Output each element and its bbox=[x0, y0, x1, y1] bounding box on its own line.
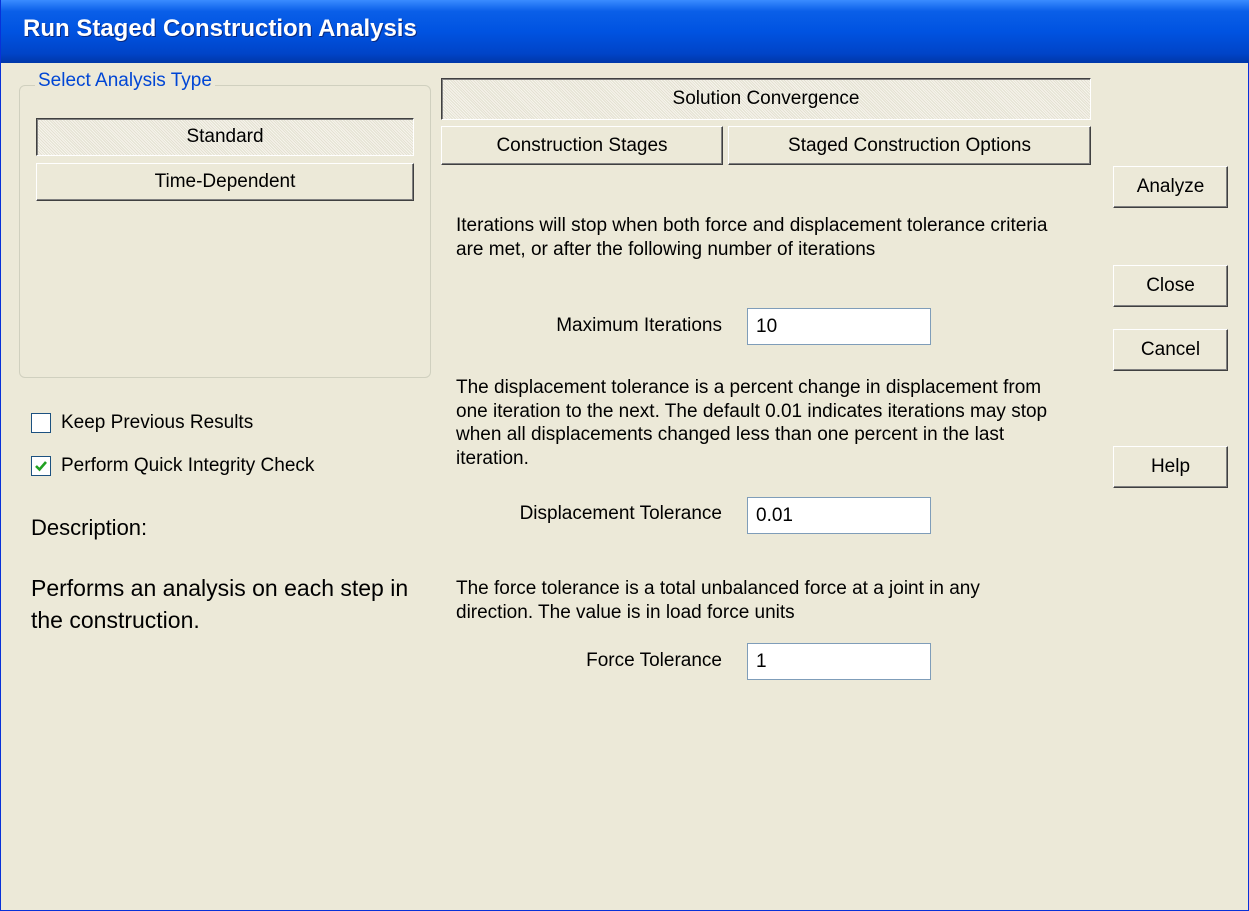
force-tolerance-label: Force Tolerance bbox=[586, 650, 722, 671]
title-bar[interactable]: Run Staged Construction Analysis bbox=[1, 0, 1249, 63]
displacement-tolerance-input[interactable]: 0.01 bbox=[747, 497, 931, 534]
analyze-button[interactable]: Analyze bbox=[1113, 166, 1228, 208]
close-button[interactable]: Close bbox=[1113, 265, 1228, 307]
tab-solution-convergence[interactable]: Solution Convergence bbox=[441, 78, 1091, 120]
force-description: The force tolerance is a total unbalance… bbox=[456, 578, 980, 623]
iterations-description: Iterations will stop when both force and… bbox=[456, 215, 1048, 260]
analysis-type-group-label: Select Analysis Type bbox=[35, 70, 215, 92]
window-title: Run Staged Construction Analysis bbox=[23, 15, 417, 42]
dialog-window: Run Staged Construction Analysis Select … bbox=[0, 0, 1249, 911]
quick-integrity-check-checkbox[interactable] bbox=[31, 456, 51, 476]
cancel-button[interactable]: Cancel bbox=[1113, 329, 1228, 371]
checkmark-icon bbox=[35, 461, 47, 472]
keep-previous-results-label: Keep Previous Results bbox=[61, 412, 254, 433]
tab-staged-construction-options[interactable]: Staged Construction Options bbox=[728, 126, 1091, 165]
description-label: Description: bbox=[31, 515, 148, 540]
description-text: Performs an analysis on each step in the… bbox=[31, 575, 409, 633]
quick-integrity-check-label: Perform Quick Integrity Check bbox=[61, 455, 315, 476]
max-iterations-label: Maximum Iterations bbox=[556, 315, 722, 336]
displacement-description: The displacement tolerance is a percent … bbox=[456, 377, 1048, 469]
max-iterations-input[interactable]: 10 bbox=[747, 308, 931, 345]
help-button[interactable]: Help bbox=[1113, 446, 1228, 488]
tab-construction-stages[interactable]: Construction Stages bbox=[441, 126, 723, 165]
standard-option-button[interactable]: Standard bbox=[36, 118, 414, 156]
force-tolerance-input[interactable]: 1 bbox=[747, 643, 931, 680]
displacement-tolerance-label: Displacement Tolerance bbox=[519, 503, 722, 524]
time-dependent-option-button[interactable]: Time-Dependent bbox=[36, 163, 414, 201]
keep-previous-results-checkbox[interactable] bbox=[31, 413, 51, 433]
